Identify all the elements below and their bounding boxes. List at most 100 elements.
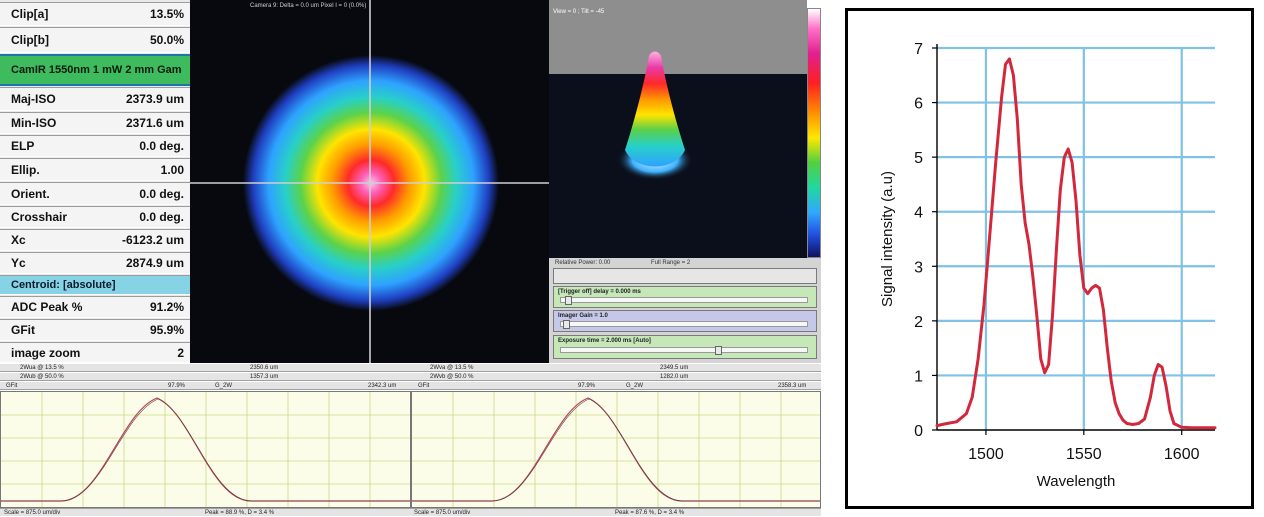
profile-2-peak: Peak = 87.6 %, D = 3.4 % [615,510,685,516]
camera-profile-text: CamIR 1550nm 1 mW 2 mm Gam [11,64,182,76]
y-tick-label: 6 [914,96,923,113]
param-value: 0.0 deg. [139,139,184,153]
param-row-adc-peak: ADC Peak % 91.2% [0,296,190,318]
profile-2-scale: Scale = 875.0 um/div [414,510,471,516]
y-tick-label: 3 [914,259,923,276]
full-range-label: Full Range = 2 [651,260,691,266]
screen: Clip[a] 13.5% Clip[b] 50.0% CamIR 1550nm… [0,0,1264,517]
gain-slider[interactable] [560,320,808,329]
param-label: Min-ISO [11,116,57,130]
param-label: Clip[b] [11,33,49,47]
y-tick-label: 5 [914,150,923,167]
param-value: 95.9% [149,323,184,337]
param-row-orient: Orient. 0.0 deg. [0,182,190,205]
profile-2-wb-value: 1282.0 um [660,374,689,380]
profile-2-g2w-value: 2358.3 um [778,383,807,389]
power-bar [553,268,817,284]
exposure-control: Exposure time = 2.000 ms [Auto] [553,335,817,359]
param-value: 1.00 [160,162,184,177]
profile-1-peak: Peak = 88.9 %, D = 3.4 % [205,510,275,516]
trigger-control: [Trigger off] delay = 0.000 ms [553,286,817,308]
param-label: Xc [11,233,26,247]
param-value: 0.0 deg. [139,210,184,224]
profile-1-gfit-value: 97.9% [168,383,186,389]
param-row-maj-iso: Maj-ISO 2373.9 um [0,87,190,111]
profile-2-wa-label: 2Wva @ 13.5 % [430,365,474,371]
centroid-mode-label[interactable]: Centroid: [absolute] [0,275,190,295]
trigger-slider-thumb[interactable] [565,296,573,305]
gain-control: Imager Gain = 1.0 [553,310,817,332]
profile-2-gfit-value: 97.9% [578,383,596,389]
profile-1-wa-label: 2Wua @ 13.5 % [20,365,64,371]
camera-profile-label[interactable]: CamIR 1550nm 1 mW 2 mm Gam [0,54,190,86]
intensity-color-scale [807,8,821,258]
param-label: Maj-ISO [11,92,56,106]
control-panel: Relative Power: 0.00 Full Range = 2 [Tri… [549,258,821,363]
param-row-clip-a: Clip[a] 13.5% [0,2,190,26]
3d-beam-peak [617,51,693,180]
param-value: -6123.2 um [121,233,184,247]
param-value: 91.2% [149,300,184,314]
trigger-slider[interactable] [560,296,808,305]
profile-1-g2w-label: G_2W [215,383,233,389]
spectrum-chart-svg: 0 1 2 3 4 5 6 7 1500 1550 1600 Wavelength Signal int… [879,41,1217,490]
profile-1-wa-value: 2350.6 um [250,365,279,371]
param-label: Orient. [11,186,50,201]
profile-header-row-b: 2Wub @ 50.0 % 1357.3 um 2Wvb @ 50.0 % 12… [0,373,821,381]
y-tick-label: 1 [914,368,923,385]
profile-1-gfit-label: GFit [6,383,18,389]
param-label: Clip[a] [11,7,49,21]
y-tick-label: 2 [914,314,923,331]
beam-image-view[interactable]: Camera 9: Delta = 0.0 um Pixel I = 0 (0.… [190,0,549,363]
y-tick-label: 7 [914,41,923,58]
x-tick-label: 1600 [1164,446,1200,463]
param-row-clip-b: Clip[b] 50.0% [0,27,190,53]
profile-header-row-c: GFit 97.9% G_2W 2342.3 um GFit 97.9% G_2… [0,382,821,390]
y-profile-plot[interactable] [411,391,821,508]
profile-1-g2w-value: 2342.3 um [368,383,397,389]
x-tick-label: 1550 [1066,446,1102,463]
param-label: Ellip. [11,162,40,177]
profile-2-wb-label: 2Wvb @ 50.0 % [430,374,474,380]
beam-image [190,0,549,363]
param-label: ADC Peak % [11,300,83,314]
x-profile-plot[interactable] [0,391,411,508]
param-row-xc: Xc -6123.2 um [0,229,190,251]
y-axis-label: Signal intensity (a.u) [879,171,896,307]
x-tick-label: 1500 [968,446,1004,463]
param-row-min-iso: Min-ISO 2371.6 um [0,112,190,134]
param-row-image-zoom: image zoom 2 [0,342,190,363]
gain-label: Imager Gain = 1.0 [558,313,608,319]
param-row-crosshair: Crosshair 0.0 deg. [0,206,190,228]
param-value: 2874.9 um [125,256,184,270]
param-value: 50.0% [149,33,184,47]
centroid-mode-text: Centroid: [absolute] [11,279,116,291]
relative-power-label: Relative Power: 0.00 [555,260,611,266]
param-label: image zoom [11,345,81,360]
x-axis-label: Wavelength [1037,473,1116,490]
gain-slider-thumb[interactable] [562,320,570,329]
exposure-label: Exposure time = 2.000 ms [Auto] [558,338,651,344]
param-label: GFit [11,323,35,337]
profile-1-scale: Scale = 875.0 um/div [4,510,61,516]
profile-2-wa-value: 2349.5 um [660,365,689,371]
param-value: 0.0 deg. [139,186,184,201]
profile-1-wb-value: 1357.3 um [250,374,279,380]
y-tick-label: 4 [914,205,923,222]
param-label: Yc [11,256,26,270]
param-value: 13.5% [149,7,184,21]
param-value: 2371.6 um [125,116,184,130]
3d-beam-view[interactable]: View = 0 ; Tilt = -45 [549,0,807,258]
param-label: ELP [11,139,35,153]
param-row-elp: ELP 0.0 deg. [0,135,190,157]
exposure-slider-thumb[interactable] [715,346,723,355]
exposure-slider[interactable] [560,346,808,355]
profile-header-row-a: 2Wua @ 13.5 % 2350.6 um 2Wva @ 13.5 % 23… [0,364,821,372]
parameter-panel: Clip[a] 13.5% Clip[b] 50.0% CamIR 1550nm… [0,0,190,363]
y-tick-label: 0 [914,423,923,440]
profile-footer: Scale = 875.0 um/div Peak = 88.9 %, D = … [0,508,821,516]
x-profile-graph [1,392,410,507]
profile-2-gfit-label: GFit [418,383,430,389]
profile-1-wb-label: 2Wub @ 50.0 % [20,374,64,380]
profile-2-g2w-label: G_2W [626,383,644,389]
